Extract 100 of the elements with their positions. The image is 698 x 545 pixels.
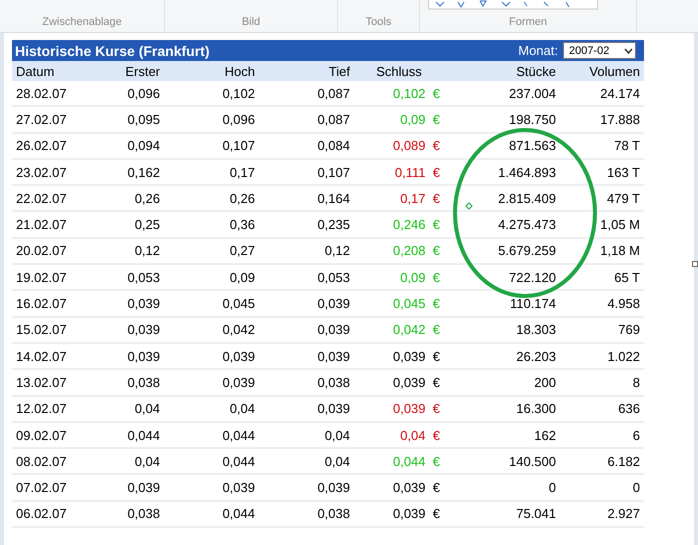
- table-cell: 22.02.07: [16, 190, 67, 206]
- table-cell: 16.02.07: [16, 296, 67, 312]
- table-cell: 0,039: [127, 322, 160, 338]
- table-cell: 0,039: [222, 374, 255, 390]
- table-cell: 636: [618, 401, 640, 416]
- table-cell: 0,045: [222, 296, 255, 312]
- table-cell: 0,17: [230, 164, 255, 180]
- table-cell: 140.500: [509, 454, 556, 469]
- table-cell: 06.02.07: [16, 506, 67, 522]
- table-cell: 871.563: [509, 138, 556, 154]
- table-cell: 26.203: [516, 348, 556, 364]
- table-cell: 0,107: [222, 138, 255, 154]
- table-cell: 23.02.07: [16, 164, 67, 180]
- table-cell: 17.888: [600, 112, 640, 127]
- table-cell: 2.815.409: [498, 190, 556, 206]
- table-cell: 0,039: [317, 401, 350, 416]
- table-cell: 0,039: [127, 348, 160, 364]
- table-cell: 0,039: [317, 322, 350, 338]
- table-cell: 09.02.07: [16, 428, 67, 442]
- table-cell: 0,17 €: [400, 190, 440, 206]
- table-cell: 722.120: [509, 270, 556, 285]
- table-cell: 0,111 €: [394, 164, 440, 180]
- table-cell: 1.022: [607, 348, 640, 364]
- table-cell: 0,162: [127, 164, 160, 180]
- table-cell: 0,09 €: [400, 112, 440, 127]
- table-cell: 0,039 €: [392, 480, 440, 496]
- table-cell: 24.174: [600, 86, 640, 101]
- table-cell: 0,044: [222, 506, 255, 522]
- table-cell: 0,039: [222, 480, 255, 496]
- table-cell: 0,087: [317, 86, 350, 101]
- table-cell: 4.958: [607, 296, 640, 312]
- table-cell: 0,26: [134, 190, 160, 206]
- table-cell: 0,36: [230, 217, 255, 232]
- table-cell: 110.174: [510, 296, 556, 312]
- table-cell: 5.679.259: [498, 243, 556, 258]
- column-header: Hoch: [224, 64, 256, 78]
- table-cell: 0,096: [222, 112, 255, 127]
- table-cell: 07.02.07: [16, 480, 67, 496]
- table-cell: 0,102: [222, 86, 255, 101]
- table-cell: 0,042: [222, 322, 255, 338]
- table-cell: 0,164: [317, 190, 350, 206]
- month-select[interactable]: 2007-02: [563, 42, 636, 59]
- chevron-down-icon: [624, 48, 633, 54]
- table-cell: 28.02.07: [16, 86, 67, 101]
- table-cell: 0,107: [317, 164, 350, 180]
- table-cell: 18.303: [516, 322, 556, 338]
- table-cell: 16.300: [516, 401, 556, 416]
- column-header: Schluss: [375, 64, 423, 78]
- table-cell: 0,04: [324, 428, 350, 442]
- table-cell: 0,102 €: [392, 86, 440, 101]
- table-cell: 0,12: [324, 243, 350, 258]
- table-cell: 75.041: [516, 506, 556, 522]
- table-cell: 1,18 M: [600, 243, 640, 258]
- table-cell: 0,044: [127, 428, 160, 442]
- table-cell: 0,039: [317, 296, 350, 312]
- table-cell: 0,09 €: [400, 270, 440, 285]
- table-cell: 19.02.07: [16, 270, 67, 285]
- table-cell: 0,038: [317, 374, 350, 390]
- column-header: Tief: [328, 64, 351, 78]
- table-cell: 0,038: [317, 506, 350, 522]
- ribbon-group-label: Bild: [242, 16, 260, 28]
- table-cell: 0,04: [230, 401, 255, 416]
- table-cell: 0,084: [317, 138, 350, 154]
- table-cell: 163 T: [606, 164, 640, 180]
- table-cell: 0,044 €: [392, 454, 440, 469]
- table-cell: 0,039: [317, 348, 350, 364]
- table-cell: 0,235: [317, 217, 350, 232]
- table-cell: 20.02.07: [16, 243, 67, 258]
- table-cell: 0: [548, 480, 556, 496]
- table-cell: 0,053: [127, 270, 160, 285]
- column-header: Erster: [124, 64, 161, 78]
- table-cell: 65 T: [614, 270, 640, 285]
- table-cell: 0,087: [317, 112, 350, 127]
- column-header: Volumen: [588, 64, 641, 78]
- table-cell: 0,246 €: [392, 217, 440, 232]
- table-cell: 0,26: [230, 190, 255, 206]
- table-cell: 0,039: [317, 480, 350, 496]
- table-cell: 0,12: [134, 243, 160, 258]
- table-cell: 162: [534, 428, 556, 442]
- table-cell: 0,094: [127, 138, 160, 154]
- table-cell: 8: [632, 374, 640, 390]
- table-cell: 0,044: [222, 454, 255, 469]
- table-cell: 0: [632, 480, 640, 496]
- table-cell: 0,053: [317, 270, 350, 285]
- table-cell: 0,04: [324, 454, 350, 469]
- table-cell: 479 T: [606, 190, 640, 206]
- table-cell: 0,039 €: [392, 348, 440, 364]
- table-cell: 200: [534, 374, 556, 390]
- table-cell: 08.02.07: [16, 454, 67, 469]
- ribbon-group-label: Tools: [366, 16, 392, 28]
- table-cell: 0,042 €: [392, 322, 440, 338]
- table-cell: 198.750: [509, 112, 556, 127]
- table-cell: 15.02.07: [16, 322, 67, 338]
- ribbon-group-label: Zwischenablage: [42, 16, 122, 28]
- table-cell: 6: [632, 428, 640, 442]
- ribbon-group-label: Formen: [509, 16, 547, 28]
- table-cell: 0,04: [134, 401, 160, 416]
- table-cell: 0,04 €: [400, 428, 440, 442]
- table-cell: 21.02.07: [16, 217, 67, 232]
- table-title: Historische Kurse (Frankfurt): [15, 42, 210, 58]
